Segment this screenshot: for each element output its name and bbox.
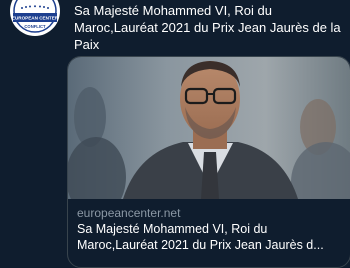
avatar-text-top: EUROPEAN CENTER — [12, 16, 59, 21]
tweet-text-line: Paix — [74, 37, 100, 52]
card-domain: europeancenter.net — [77, 206, 181, 220]
card-title-line: Sa Majesté Mohammed VI, Roi du — [77, 222, 268, 236]
tweet-text: Sa Majesté Mohammed VI, Roi du Maroc,Lau… — [74, 2, 346, 53]
card-photo — [68, 57, 350, 199]
card-title-line: Maroc,Lauréat 2021 du Prix Jean Jaurès d… — [77, 238, 324, 252]
link-preview-card[interactable]: europeancenter.net Sa Majesté Mohammed V… — [67, 56, 350, 268]
avatar-text-bottom: CONFLICT — [24, 24, 46, 29]
tweet-text-line: Sa Majesté Mohammed VI, Roi du — [74, 3, 272, 18]
card-title: Sa Majesté Mohammed VI, Roi du Maroc,Lau… — [77, 221, 342, 253]
account-avatar[interactable]: EUROPEAN CENTER CONFLICT — [10, 0, 60, 36]
european-center-logo: EUROPEAN CENTER CONFLICT — [11, 0, 59, 35]
tweet-text-line: Maroc,Lauréat 2021 du Prix Jean Jaurès d… — [74, 20, 341, 35]
